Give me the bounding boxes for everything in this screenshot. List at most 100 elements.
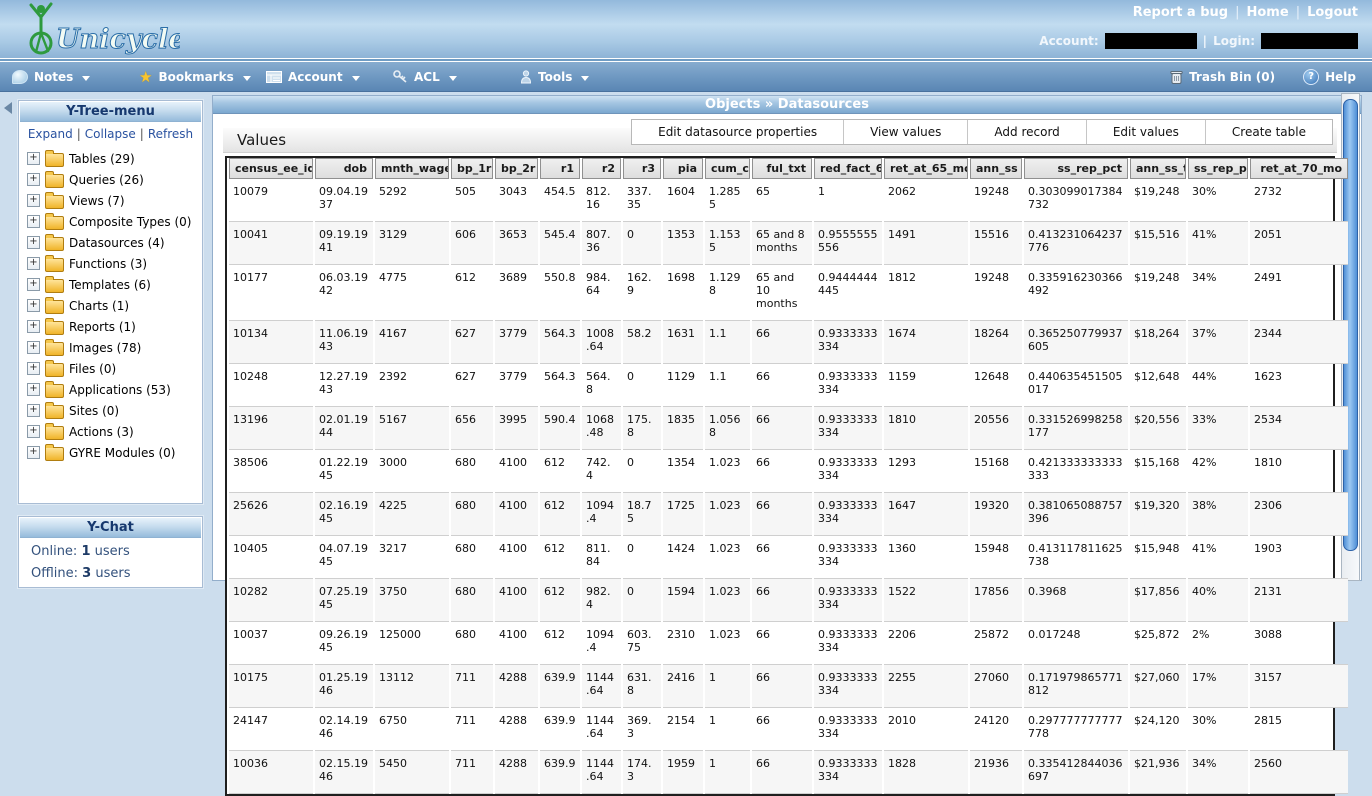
action-button-edit-datasource-properties[interactable]: Edit datasource properties [632,120,844,144]
column-header-r3[interactable]: r3 [623,158,661,179]
tree-item-label[interactable]: Templates (6) [69,278,151,292]
table-cell: 0 [623,364,661,407]
expand-plus-icon[interactable]: + [27,320,40,333]
expand-plus-icon[interactable]: + [27,299,40,312]
tree-item[interactable]: + Actions (3) [27,421,202,442]
column-header-bp_2r[interactable]: bp_2r [495,158,538,179]
tree-item[interactable]: + Files (0) [27,358,202,379]
tree-item[interactable]: + Templates (6) [27,274,202,295]
tree-item[interactable]: + Tables (29) [27,148,202,169]
expand-plus-icon[interactable]: + [27,215,40,228]
sidebar-collapse-arrow-icon[interactable] [4,102,12,114]
tree-item-label[interactable]: Reports (1) [69,320,136,334]
column-header-ann_ss[interactable]: ann_ss [970,158,1022,179]
column-header-census_ee_id[interactable]: census_ee_id [229,158,313,179]
column-header-mnth_wage[interactable]: mnth_wage [375,158,449,179]
tree-item[interactable]: + Sites (0) [27,400,202,421]
table-cell: 2% [1188,622,1248,665]
tree-actions: Expand|Collapse|Refresh [19,123,202,146]
column-header-ret_at_65_mo[interactable]: ret_at_65_mo [884,158,968,179]
expand-plus-icon[interactable]: + [27,236,40,249]
header-link-logout[interactable]: Logout [1307,5,1358,20]
tree-item-label[interactable]: Sites (0) [69,404,119,418]
expand-plus-icon[interactable]: + [27,404,40,417]
tree-item-label[interactable]: Charts (1) [69,299,129,313]
tree-item[interactable]: + Charts (1) [27,295,202,316]
expand-plus-icon[interactable]: + [27,425,40,438]
column-header-ann_ss_t[interactable]: ann_ss_t [1130,158,1186,179]
tree-item[interactable]: + Images (78) [27,337,202,358]
table-cell: 3689 [495,265,538,321]
column-header-r2[interactable]: r2 [582,158,621,179]
expand-plus-icon[interactable]: + [27,341,40,354]
column-header-cum_cpi[interactable]: cum_cpi [705,158,750,179]
tree-item[interactable]: + Views (7) [27,190,202,211]
table-cell: 639.9 [540,751,580,794]
nav-item-bookmarks[interactable]: ★ Bookmarks [127,70,254,84]
table-cell: 10177 [229,265,313,321]
tree-action-collapse[interactable]: Collapse [85,127,136,141]
expand-plus-icon[interactable]: + [27,257,40,270]
action-button-view-values[interactable]: View values [844,120,968,144]
column-header-red_fact_65[interactable]: red_fact_65 [814,158,882,179]
expand-plus-icon[interactable]: + [27,446,40,459]
tree-item-label[interactable]: Datasources (4) [69,236,165,250]
table-cell: 0.421333333333333 [1024,450,1128,493]
tree-item[interactable]: + Reports (1) [27,316,202,337]
expand-plus-icon[interactable]: + [27,383,40,396]
header-link-report-a-bug[interactable]: Report a bug [1133,5,1228,20]
table-cell: 612 [540,622,580,665]
action-button-add-record[interactable]: Add record [968,120,1086,144]
table-cell: 4288 [495,751,538,794]
nav-item-notes[interactable]: Notes [0,70,127,84]
nav-item-account[interactable]: Account [254,70,381,84]
column-header-bp_1r[interactable]: bp_1r [451,158,493,179]
tree-item-label[interactable]: Functions (3) [69,257,147,271]
tree-item-label[interactable]: Tables (29) [69,152,135,166]
tree-item-label[interactable]: Composite Types (0) [69,215,191,229]
tree-item[interactable]: + Queries (26) [27,169,202,190]
expand-plus-icon[interactable]: + [27,173,40,186]
column-header-r1[interactable]: r1 [540,158,580,179]
tree-item-label[interactable]: Images (78) [69,341,141,355]
nav-item-trash-bin[interactable]: Trash Bin (0) [1170,70,1275,84]
tree-item[interactable]: + GYRE Modules (0) [27,442,202,463]
tree-item[interactable]: + Applications (53) [27,379,202,400]
column-header-dob[interactable]: dob [315,158,373,179]
table-cell: 550.8 [540,265,580,321]
tree-item[interactable]: + Functions (3) [27,253,202,274]
column-header-ss_rep_pct_t[interactable]: ss_rep_pct_t [1188,158,1248,179]
tree-action-refresh[interactable]: Refresh [148,127,193,141]
table-cell: 07.25.1945 [315,579,373,622]
tree-item-label[interactable]: Queries (26) [69,173,144,187]
table-cell: 1.1298 [705,265,750,321]
tree-item[interactable]: + Datasources (4) [27,232,202,253]
table-cell: 1647 [884,493,968,536]
nav-item-help[interactable]: ? Help [1303,69,1356,85]
nav-item-tools[interactable]: Tools [508,70,635,84]
tree-item-label[interactable]: Views (7) [69,194,125,208]
action-button-create-table[interactable]: Create table [1206,120,1332,144]
tree-item-label[interactable]: Files (0) [69,362,116,376]
person-icon [520,70,532,84]
action-button-edit-values[interactable]: Edit values [1087,120,1206,144]
tree-item-label[interactable]: GYRE Modules (0) [69,446,175,460]
table-cell: 1360 [884,536,968,579]
tree-item[interactable]: + Composite Types (0) [27,211,202,232]
expand-plus-icon[interactable]: + [27,362,40,375]
expand-plus-icon[interactable]: + [27,152,40,165]
header-link-home[interactable]: Home [1247,5,1289,20]
column-header-ret_at_70_mo[interactable]: ret_at_70_mo [1250,158,1348,179]
chat-online-line[interactable]: Online: 1 users [19,539,202,561]
tree-action-expand[interactable]: Expand [28,127,73,141]
table-cell: 2732 [1250,179,1348,222]
column-header-pia[interactable]: pia [663,158,703,179]
nav-item-acl[interactable]: ACL [381,70,508,84]
expand-plus-icon[interactable]: + [27,278,40,291]
column-header-ss_rep_pct[interactable]: ss_rep_pct [1024,158,1128,179]
expand-plus-icon[interactable]: + [27,194,40,207]
chat-offline-line[interactable]: Offline: 3 users [19,561,202,583]
column-header-ful_txt[interactable]: ful_txt [752,158,812,179]
tree-item-label[interactable]: Applications (53) [69,383,171,397]
tree-item-label[interactable]: Actions (3) [69,425,134,439]
